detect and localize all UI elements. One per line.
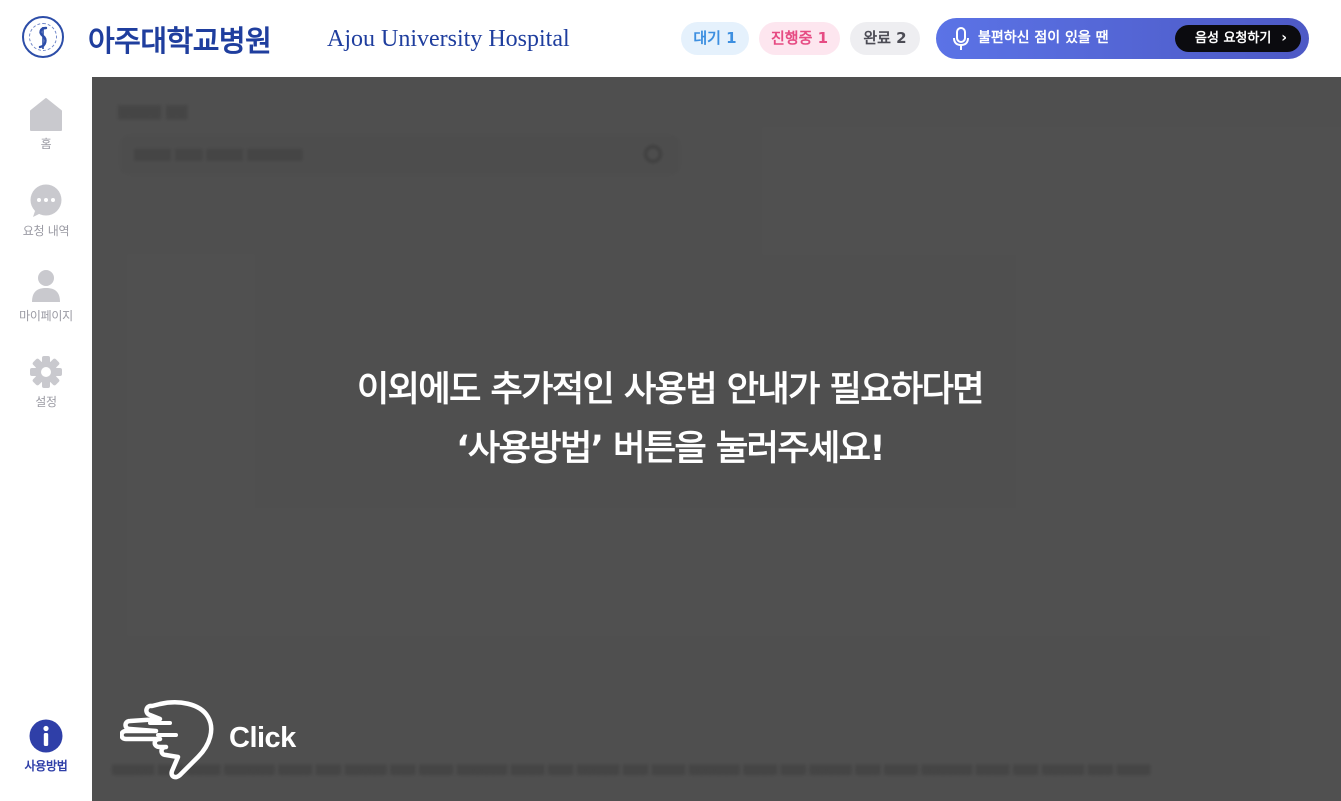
status-waiting-badge[interactable]: 대기 1 <box>681 22 749 55</box>
status-in-progress-badge[interactable]: 진행중 1 <box>759 22 840 55</box>
brand-name-ko: 아주대학교병원 <box>88 24 272 58</box>
sidebar-item-label: 마이페이지 <box>19 309 73 323</box>
sidebar-item-requests[interactable]: 요청 내역 <box>0 184 92 239</box>
voice-request-label: 음성 요청하기 <box>1195 31 1272 46</box>
main-content-dimmed: ▇▇▇▇ ▇▇ ▇▇▇▇ ▇▇▇ ▇▇▇▇ ▇▇▇▇▇▇ ▇▇▇▇▇ ▇▇▇ ▇… <box>92 77 1341 801</box>
voice-request-bar[interactable]: 불편하신 점이 있을 땐 음성 요청하기 › <box>936 18 1309 59</box>
home-icon <box>30 98 62 131</box>
click-label: Click <box>229 722 296 754</box>
gear-icon <box>30 356 62 388</box>
guide-message-line2: ‘사용방법’ 버튼을 눌러주세요! <box>456 429 885 469</box>
sidebar-nav: 홈 요청 내역 마이페이지 설정 사용방법 <box>0 77 92 801</box>
sidebar-item-label: 사용방법 <box>24 759 68 773</box>
voice-bar-text: 불편하신 점이 있을 땐 <box>978 30 1109 46</box>
microphone-icon <box>953 27 969 50</box>
status-done-badge[interactable]: 완료 2 <box>850 22 920 55</box>
pointing-hand-icon <box>120 700 214 780</box>
chat-bubble-icon <box>30 184 62 217</box>
sidebar-item-label: 홈 <box>40 137 52 151</box>
app-header: 아주대학교병원 Ajou University Hospital 대기 1 진행… <box>0 0 1341 77</box>
hospital-logo-icon <box>22 16 64 58</box>
guide-message: 이외에도 추가적인 사용법 안내가 필요하다면 ‘사용방법’ 버튼을 눌러주세요… <box>92 361 1248 479</box>
sidebar-item-label: 설정 <box>35 395 57 409</box>
voice-request-button[interactable]: 음성 요청하기 › <box>1175 25 1301 52</box>
chevron-right-icon: › <box>1281 30 1287 46</box>
info-icon <box>29 719 63 753</box>
brand-name-en: Ajou University Hospital <box>327 26 570 52</box>
guide-message-line1: 이외에도 추가적인 사용법 안내가 필요하다면 <box>356 370 985 410</box>
sidebar-item-home[interactable]: 홈 <box>0 97 92 152</box>
sidebar-item-settings[interactable]: 설정 <box>0 355 92 410</box>
sidebar-item-mypage[interactable]: 마이페이지 <box>0 269 92 324</box>
sidebar-item-label: 요청 내역 <box>22 224 70 238</box>
sidebar-item-help[interactable]: 사용방법 <box>0 719 92 774</box>
person-icon <box>32 270 60 302</box>
